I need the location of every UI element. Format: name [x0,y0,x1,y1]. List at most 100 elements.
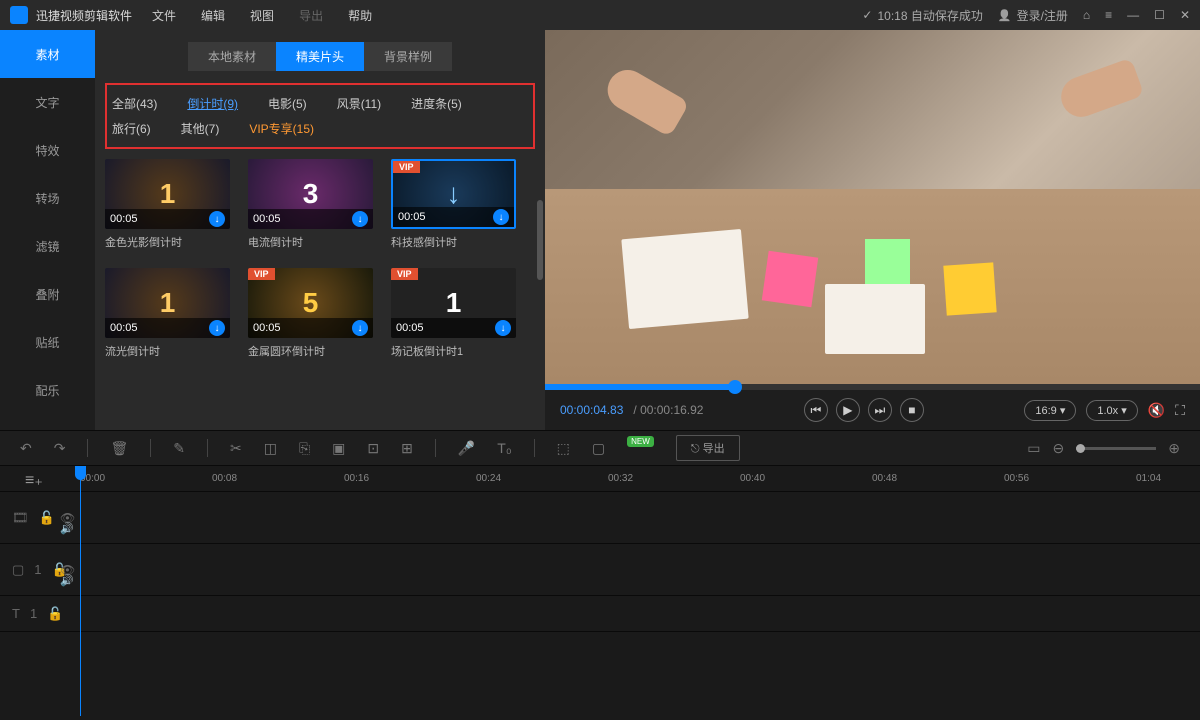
thumbnail[interactable]: 3 00:05 ↓ [248,159,373,229]
login-link[interactable]: 登录/注册 [998,7,1068,24]
zoom-out-button[interactable]: ⊖ [1053,440,1065,457]
download-icon[interactable]: ↓ [493,209,509,225]
menu-edit[interactable]: 编辑 [201,7,225,24]
maximize-button[interactable]: ☐ [1154,8,1165,22]
speed-selector[interactable]: 1.0x ▾ [1086,400,1137,421]
category-item[interactable]: 电影(5) [268,95,307,112]
download-icon[interactable]: ↓ [352,320,368,336]
sidebar-tab-material[interactable]: 素材 [0,30,95,78]
speaker-icon[interactable]: 🔊 [60,574,74,587]
split-button[interactable]: ⎘ [299,440,310,457]
export-button[interactable]: ⎋ 导出 [676,435,740,461]
video-track-icon: 🎞 [12,510,29,526]
thumbnail-item[interactable]: 3 00:05 ↓ 电流倒计时 [248,159,373,250]
download-icon[interactable]: ↓ [495,320,511,336]
thumbnail-duration: 00:05 [253,322,281,334]
progress-handle[interactable] [728,380,742,394]
tool-button-5[interactable]: ▢ [592,440,605,457]
category-item[interactable]: 其他(7) [181,120,220,137]
subtab-local[interactable]: 本地素材 [188,42,276,71]
home-icon[interactable]: ⌂ [1083,8,1090,22]
thumbnail-item[interactable]: VIP ↓ 00:05 ↓ 科技感倒计时 [391,159,516,250]
autosave-status: 10:18 自动保存成功 [862,7,982,24]
lock-icon[interactable]: 🔓 [47,606,63,622]
zoom-slider[interactable] [1076,447,1156,450]
text-button[interactable]: T₀ [497,440,511,456]
sidebar-tab-sticker[interactable]: 贴纸 [0,318,95,366]
category-item[interactable]: 风景(11) [337,95,381,112]
preview-video[interactable] [545,30,1200,384]
menu-view[interactable]: 视图 [250,7,274,24]
tool-button-2[interactable]: ⊡ [367,440,379,457]
mic-button[interactable]: 🎤 [458,440,475,457]
next-frame-button[interactable]: ⏭ [868,398,892,422]
minimize-button[interactable]: — [1127,8,1139,22]
subtab-background[interactable]: 背景样例 [364,42,452,71]
vip-badge: VIP [393,161,420,173]
tool-button-3[interactable]: ⊞ [401,440,413,457]
thumbnail-title: 科技感倒计时 [391,234,516,250]
preview-progress[interactable] [545,384,1200,390]
close-button[interactable]: ✕ [1180,8,1190,22]
undo-button[interactable]: ↶ [20,440,32,457]
thumbnail-item[interactable]: 1 00:05 ↓ 流光倒计时 [105,268,230,359]
category-item[interactable]: VIP专享(15) [249,120,314,137]
text-track[interactable]: T 1 🔓 [0,596,1200,632]
thumbnail-item[interactable]: 1 00:05 ↓ 金色光影倒计时 [105,159,230,250]
download-icon[interactable]: ↓ [352,211,368,227]
menu-icon[interactable]: ≡ [1105,8,1112,22]
tool-button-1[interactable]: ▣ [332,440,345,457]
titlebar: 迅捷视频剪辑软件 文件 编辑 视图 导出 帮助 10:18 自动保存成功 登录/… [0,0,1200,30]
sidebar-tab-transition[interactable]: 转场 [0,174,95,222]
thumbnail[interactable]: VIP 1 00:05 ↓ [391,268,516,338]
category-item[interactable]: 进度条(5) [411,95,462,112]
menu-help[interactable]: 帮助 [348,7,372,24]
thumbnail-item[interactable]: VIP 5 00:05 ↓ 金属圆环倒计时 [248,268,373,359]
add-track-button[interactable]: ≡₊ [25,470,43,490]
sidebar-tab-filter[interactable]: 滤镜 [0,222,95,270]
stop-button[interactable]: ■ [900,398,924,422]
lock-icon[interactable]: 🔓 [39,510,55,526]
thumbnail-title: 金色光影倒计时 [105,234,230,250]
tool-button-4[interactable]: ⬚ [557,440,570,457]
sidebar-tab-text[interactable]: 文字 [0,78,95,126]
aspect-ratio-selector[interactable]: 16:9 ▾ [1024,400,1076,421]
download-icon[interactable]: ↓ [209,320,225,336]
thumbnail[interactable]: VIP ↓ 00:05 ↓ [391,159,516,229]
menu-file[interactable]: 文件 [152,7,176,24]
check-icon [862,8,872,22]
menu-export[interactable]: 导出 [299,7,323,24]
time-ruler[interactable]: ≡₊ 00:0000:0800:1600:2400:3200:4000:4800… [0,466,1200,492]
playhead[interactable] [80,466,81,716]
download-icon[interactable]: ↓ [209,211,225,227]
delete-button[interactable]: 🗑 [110,440,128,457]
category-item[interactable]: 旅行(6) [112,120,151,137]
sidebar-tab-effects[interactable]: 特效 [0,126,95,174]
fit-button[interactable]: ▭ [1027,440,1040,457]
thumbnail-duration: 00:05 [396,322,424,334]
video-track[interactable]: 🎞 🔓 👁 🔊 [0,492,1200,544]
subtab-intro[interactable]: 精美片头 [276,42,364,71]
crop-button[interactable]: ◫ [264,440,277,457]
speaker-icon[interactable]: 🔊 [60,522,74,535]
volume-icon[interactable]: 🔇 [1148,402,1165,419]
thumbnail[interactable]: VIP 5 00:05 ↓ [248,268,373,338]
zoom-in-button[interactable]: ⊕ [1168,440,1180,457]
sidebar-tab-overlay[interactable]: 叠附 [0,270,95,318]
prev-frame-button[interactable]: ⏮ [804,398,828,422]
category-item[interactable]: 倒计时(9) [187,95,238,112]
overlay-track[interactable]: ▢ 1 🔓 👁 🔊 [0,544,1200,596]
thumbnail-item[interactable]: VIP 1 00:05 ↓ 场记板倒计时1 [391,268,516,359]
cut-button[interactable]: ✂ [230,440,242,457]
thumbnail[interactable]: 1 00:05 ↓ [105,268,230,338]
thumbnail-title: 流光倒计时 [105,343,230,359]
panel-scrollbar[interactable] [537,200,543,280]
preview-panel: 00:00:04.83 / 00:00:16.92 ⏮ ▶ ⏭ ■ 16:9 ▾… [545,30,1200,430]
thumbnail[interactable]: 1 00:05 ↓ [105,159,230,229]
sidebar-tab-music[interactable]: 配乐 [0,366,95,414]
fullscreen-icon[interactable]: ⛶ [1175,402,1185,419]
edit-button[interactable]: ✎ [173,440,185,457]
play-button[interactable]: ▶ [836,398,860,422]
redo-button[interactable]: ↷ [54,440,66,457]
category-item[interactable]: 全部(43) [112,95,157,112]
